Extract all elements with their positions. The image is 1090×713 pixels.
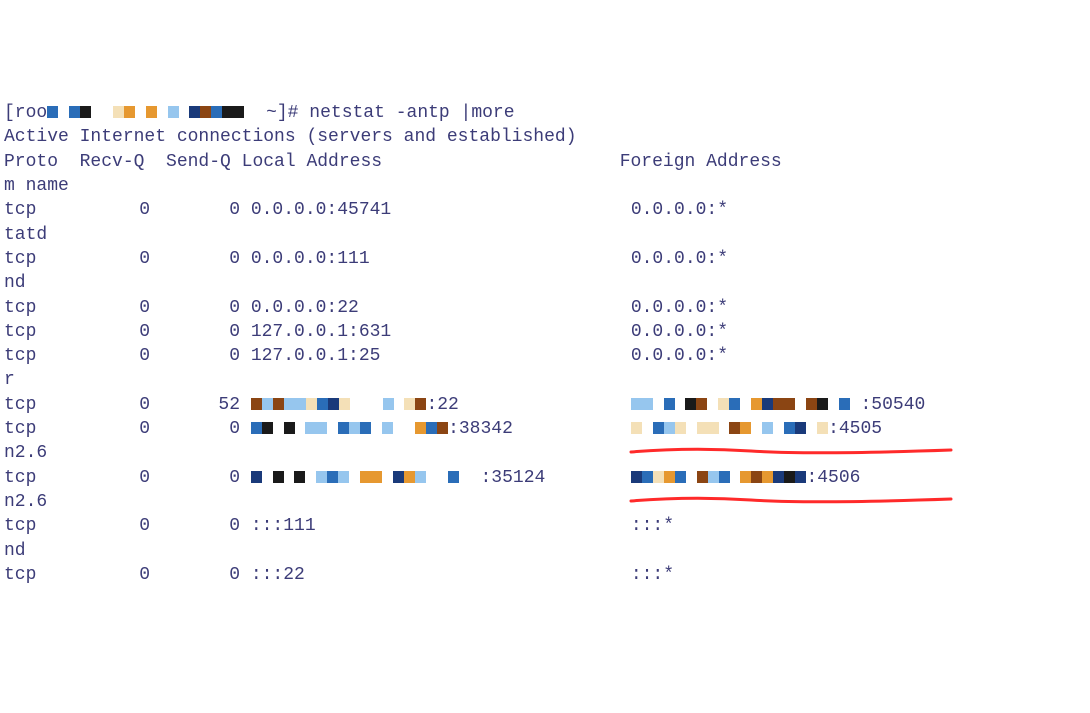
recvq-cell: 0 bbox=[70, 466, 150, 490]
redacted-ip bbox=[251, 419, 448, 439]
proto-cell: tcp bbox=[4, 393, 70, 417]
netstat-row: tcp00 :35124 :4506 bbox=[4, 466, 1086, 490]
sendq-cell: 0 bbox=[150, 198, 240, 222]
foreign-address-cell: 0.0.0.0:* bbox=[631, 247, 728, 271]
proto-cell: tcp bbox=[4, 466, 70, 490]
foreign-address-cell: 0.0.0.0:* bbox=[631, 296, 728, 320]
shell-command: netstat -antp |more bbox=[309, 103, 514, 123]
sendq-cell: 0 bbox=[150, 247, 240, 271]
proto-cell: tcp bbox=[4, 296, 70, 320]
redacted-ip bbox=[251, 468, 481, 488]
netstat-row-cont: r bbox=[4, 368, 1086, 392]
proto-cell: tcp bbox=[4, 417, 70, 441]
foreign-address-cell: :50540 bbox=[631, 393, 926, 417]
local-address-cell: :38342 bbox=[251, 417, 631, 441]
column-headers-cont: m name bbox=[4, 174, 1086, 198]
redacted-ip bbox=[251, 395, 427, 415]
sendq-cell: 0 bbox=[150, 417, 240, 441]
local-address-cell: 0.0.0.0:111 bbox=[251, 247, 631, 271]
sendq-cell: 52 bbox=[150, 393, 240, 417]
sendq-cell: 0 bbox=[150, 320, 240, 344]
foreign-address-cell: 0.0.0.0:* bbox=[631, 198, 728, 222]
local-address-cell: :::111 bbox=[251, 514, 631, 538]
foreign-address-cell: :::* bbox=[631, 514, 674, 538]
netstat-row-cont: nd bbox=[4, 271, 1086, 295]
local-address-cell: 0.0.0.0:22 bbox=[251, 296, 631, 320]
foreign-address-cell: 0.0.0.0:* bbox=[631, 320, 728, 344]
local-address-cell: 127.0.0.1:25 bbox=[251, 344, 631, 368]
proto-cell: tcp bbox=[4, 344, 70, 368]
foreign-address-cell: :4506 bbox=[631, 466, 861, 490]
redacted-ip bbox=[631, 468, 807, 488]
terminal-output: [roo ~]# netstat -antp |moreActive Inter… bbox=[4, 101, 1086, 587]
netstat-row: tcp00 :38342 :4505 bbox=[4, 417, 1086, 441]
sendq-cell: 0 bbox=[150, 563, 240, 587]
proto-cell: tcp bbox=[4, 247, 70, 271]
sendq-cell: 0 bbox=[150, 514, 240, 538]
foreign-address-cell: :::* bbox=[631, 563, 674, 587]
recvq-cell: 0 bbox=[70, 247, 150, 271]
recvq-cell: 0 bbox=[70, 320, 150, 344]
netstat-row-cont: tatd bbox=[4, 223, 1086, 247]
local-address-cell: 0.0.0.0:45741 bbox=[251, 198, 631, 222]
local-address-cell: :35124 bbox=[251, 466, 631, 490]
netstat-row: tcp00 0.0.0.0:457410.0.0.0:* bbox=[4, 198, 1086, 222]
netstat-row: tcp00 0.0.0.0:1110.0.0.0:* bbox=[4, 247, 1086, 271]
recvq-cell: 0 bbox=[70, 344, 150, 368]
recvq-cell: 0 bbox=[70, 563, 150, 587]
proto-cell: tcp bbox=[4, 514, 70, 538]
netstat-row-cont: n2.6 bbox=[4, 490, 1086, 514]
recvq-cell: 0 bbox=[70, 198, 150, 222]
netstat-row: tcp052 :22 :50540 bbox=[4, 393, 1086, 417]
netstat-row: tcp00 127.0.0.1:250.0.0.0:* bbox=[4, 344, 1086, 368]
banner-line: Active Internet connections (servers and… bbox=[4, 125, 1086, 149]
foreign-address-cell: 0.0.0.0:* bbox=[631, 344, 728, 368]
recvq-cell: 0 bbox=[70, 296, 150, 320]
recvq-cell: 0 bbox=[70, 417, 150, 441]
foreign-address-cell: :4505 bbox=[631, 417, 882, 441]
local-address-cell: :22 bbox=[251, 393, 631, 417]
sendq-cell: 0 bbox=[150, 344, 240, 368]
shell-prompt: [roo ~]# netstat -antp |more bbox=[4, 101, 1086, 125]
netstat-row: tcp00 0.0.0.0:220.0.0.0:* bbox=[4, 296, 1086, 320]
sendq-cell: 0 bbox=[150, 296, 240, 320]
column-headers: Proto Recv-Q Send-Q Local Address Foreig… bbox=[4, 150, 1086, 174]
proto-cell: tcp bbox=[4, 320, 70, 344]
redacted-ip bbox=[631, 419, 828, 439]
redacted-host bbox=[47, 103, 255, 123]
netstat-row: tcp00 127.0.0.1:6310.0.0.0:* bbox=[4, 320, 1086, 344]
sendq-cell: 0 bbox=[150, 466, 240, 490]
netstat-row-cont: nd bbox=[4, 539, 1086, 563]
local-address-cell: 127.0.0.1:631 bbox=[251, 320, 631, 344]
local-address-cell: :::22 bbox=[251, 563, 631, 587]
redacted-ip bbox=[631, 395, 861, 415]
recvq-cell: 0 bbox=[70, 393, 150, 417]
proto-cell: tcp bbox=[4, 198, 70, 222]
netstat-row: tcp00 :::111:::* bbox=[4, 514, 1086, 538]
recvq-cell: 0 bbox=[70, 514, 150, 538]
netstat-row: tcp00 :::22:::* bbox=[4, 563, 1086, 587]
proto-cell: tcp bbox=[4, 563, 70, 587]
netstat-row-cont: n2.6 bbox=[4, 441, 1086, 465]
